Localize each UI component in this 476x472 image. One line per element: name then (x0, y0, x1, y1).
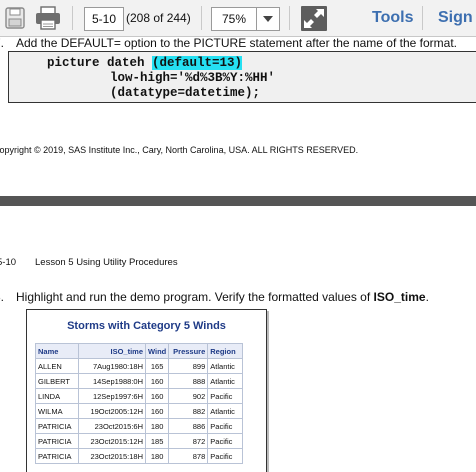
pdf-toolbar: 5-10 (208 of 244) 75% Tools Sign (0, 0, 476, 37)
sign-menu[interactable]: Sign (438, 9, 473, 27)
cell-iso-time: 23Oct2015:12H (78, 433, 146, 449)
table-row: PATRICIA 23Oct2015:6H 180 886 Pacific (35, 418, 244, 434)
step-number: 3. (0, 290, 5, 304)
column-header-wind: Wind (144, 343, 170, 359)
table-row: LINDA 12Sep1997:6H 160 902 Pacific (35, 388, 244, 404)
save-button[interactable] (2, 4, 28, 32)
cell-region: Pacific (207, 448, 244, 464)
zoom-dropdown-button[interactable] (256, 7, 280, 31)
cell-wind: 160 (144, 403, 170, 419)
cell-wind: 180 (144, 418, 170, 434)
cell-name: PATRICIA (35, 433, 79, 449)
column-header-pressure: Pressure (168, 343, 209, 359)
save-icon (5, 7, 25, 29)
column-header-region: Region (207, 343, 244, 359)
table-row: PATRICIA 23Oct2015:18H 180 878 Pacific (35, 448, 244, 464)
cell-wind: 185 (144, 433, 170, 449)
cell-region: Atlantic (207, 358, 244, 374)
code-text: picture dateh (47, 56, 153, 70)
page-count-label: (208 of 244) (126, 11, 191, 25)
cell-wind: 165 (144, 358, 170, 374)
page-header-number: 5-10 (0, 257, 17, 268)
full-screen-button[interactable] (300, 5, 328, 32)
step-text: Add the DEFAULT= option to the PICTURE s… (16, 36, 457, 50)
cell-name: LINDA (35, 388, 79, 404)
cell-wind: 160 (144, 373, 170, 389)
cell-pressure: 886 (168, 418, 209, 434)
cell-region: Pacific (207, 433, 244, 449)
cell-name: WILMA (35, 403, 79, 419)
chevron-down-icon (263, 16, 273, 22)
code-line-2: low-high='%d%3B%Y:%HH' (110, 71, 276, 85)
cell-region: Atlantic (207, 403, 244, 419)
print-icon (36, 6, 60, 30)
code-line-3: (datatype=datetime); (110, 86, 261, 100)
column-header-iso-time: ISO_time (78, 343, 146, 359)
table-row: WILMA 19Oct2005:12H 160 882 Atlantic (35, 403, 244, 419)
page-number-input[interactable]: 5-10 (84, 7, 124, 31)
print-button[interactable] (33, 4, 63, 32)
code-highlight: (default=13) (152, 56, 243, 70)
table-row: PATRICIA 23Oct2015:12H 185 872 Pacific (35, 433, 244, 449)
code-block: picture dateh (default=13) low-high='%d%… (8, 51, 476, 103)
table-row: GILBERT 14Sep1988:0H 160 888 Atlantic (35, 373, 244, 389)
expand-icon (301, 6, 327, 31)
cell-iso-time: 23Oct2015:6H (78, 418, 146, 434)
cell-wind: 160 (144, 388, 170, 404)
cell-iso-time: 23Oct2015:18H (78, 448, 146, 464)
copyright-notice: Copyright © 2019, SAS Institute Inc., Ca… (0, 145, 359, 155)
page-separator (0, 196, 476, 206)
step-text-bold: ISO_time (373, 290, 426, 304)
page-header-title: Lesson 5 Using Utility Procedures (35, 257, 178, 268)
cell-wind: 180 (144, 448, 170, 464)
cell-iso-time: 14Sep1988:0H (78, 373, 146, 389)
cell-region: Pacific (207, 418, 244, 434)
cell-name: PATRICIA (35, 448, 79, 464)
toolbar-divider (201, 6, 202, 30)
step-number: 7. (0, 36, 5, 50)
step-text-end: . (425, 290, 429, 304)
step-text: Highlight and run the demo program. Veri… (16, 290, 429, 304)
storms-table: Name ISO_time Wind Pressure Region ALLEN… (35, 343, 244, 464)
cell-region: Atlantic (207, 373, 244, 389)
table-row: ALLEN 7Aug1980:18H 165 899 Atlantic (35, 358, 244, 374)
cell-iso-time: 12Sep1997:6H (78, 388, 146, 404)
report-output: Storms with Category 5 Winds Name ISO_ti… (26, 309, 267, 472)
cell-pressure: 902 (168, 388, 209, 404)
cell-name: PATRICIA (35, 418, 79, 434)
toolbar-divider (72, 6, 73, 30)
cell-iso-time: 19Oct2005:12H (78, 403, 146, 419)
cell-region: Pacific (207, 388, 244, 404)
code-line-1: picture dateh (default=13) (47, 56, 243, 70)
toolbar-divider (422, 6, 423, 30)
toolbar-divider (289, 6, 290, 30)
cell-pressure: 899 (168, 358, 209, 374)
zoom-input[interactable]: 75% (211, 7, 256, 31)
cell-pressure: 878 (168, 448, 209, 464)
step-text-main: Highlight and run the demo program. Veri… (16, 290, 374, 304)
table-header-row: Name ISO_time Wind Pressure Region (35, 343, 244, 359)
column-header-name: Name (35, 343, 79, 359)
cell-name: ALLEN (35, 358, 79, 374)
cell-pressure: 888 (168, 373, 209, 389)
cell-name: GILBERT (35, 373, 79, 389)
tools-menu[interactable]: Tools (372, 9, 413, 27)
cell-iso-time: 7Aug1980:18H (78, 358, 146, 374)
cell-pressure: 872 (168, 433, 209, 449)
cell-pressure: 882 (168, 403, 209, 419)
report-title: Storms with Category 5 Winds (67, 320, 226, 332)
